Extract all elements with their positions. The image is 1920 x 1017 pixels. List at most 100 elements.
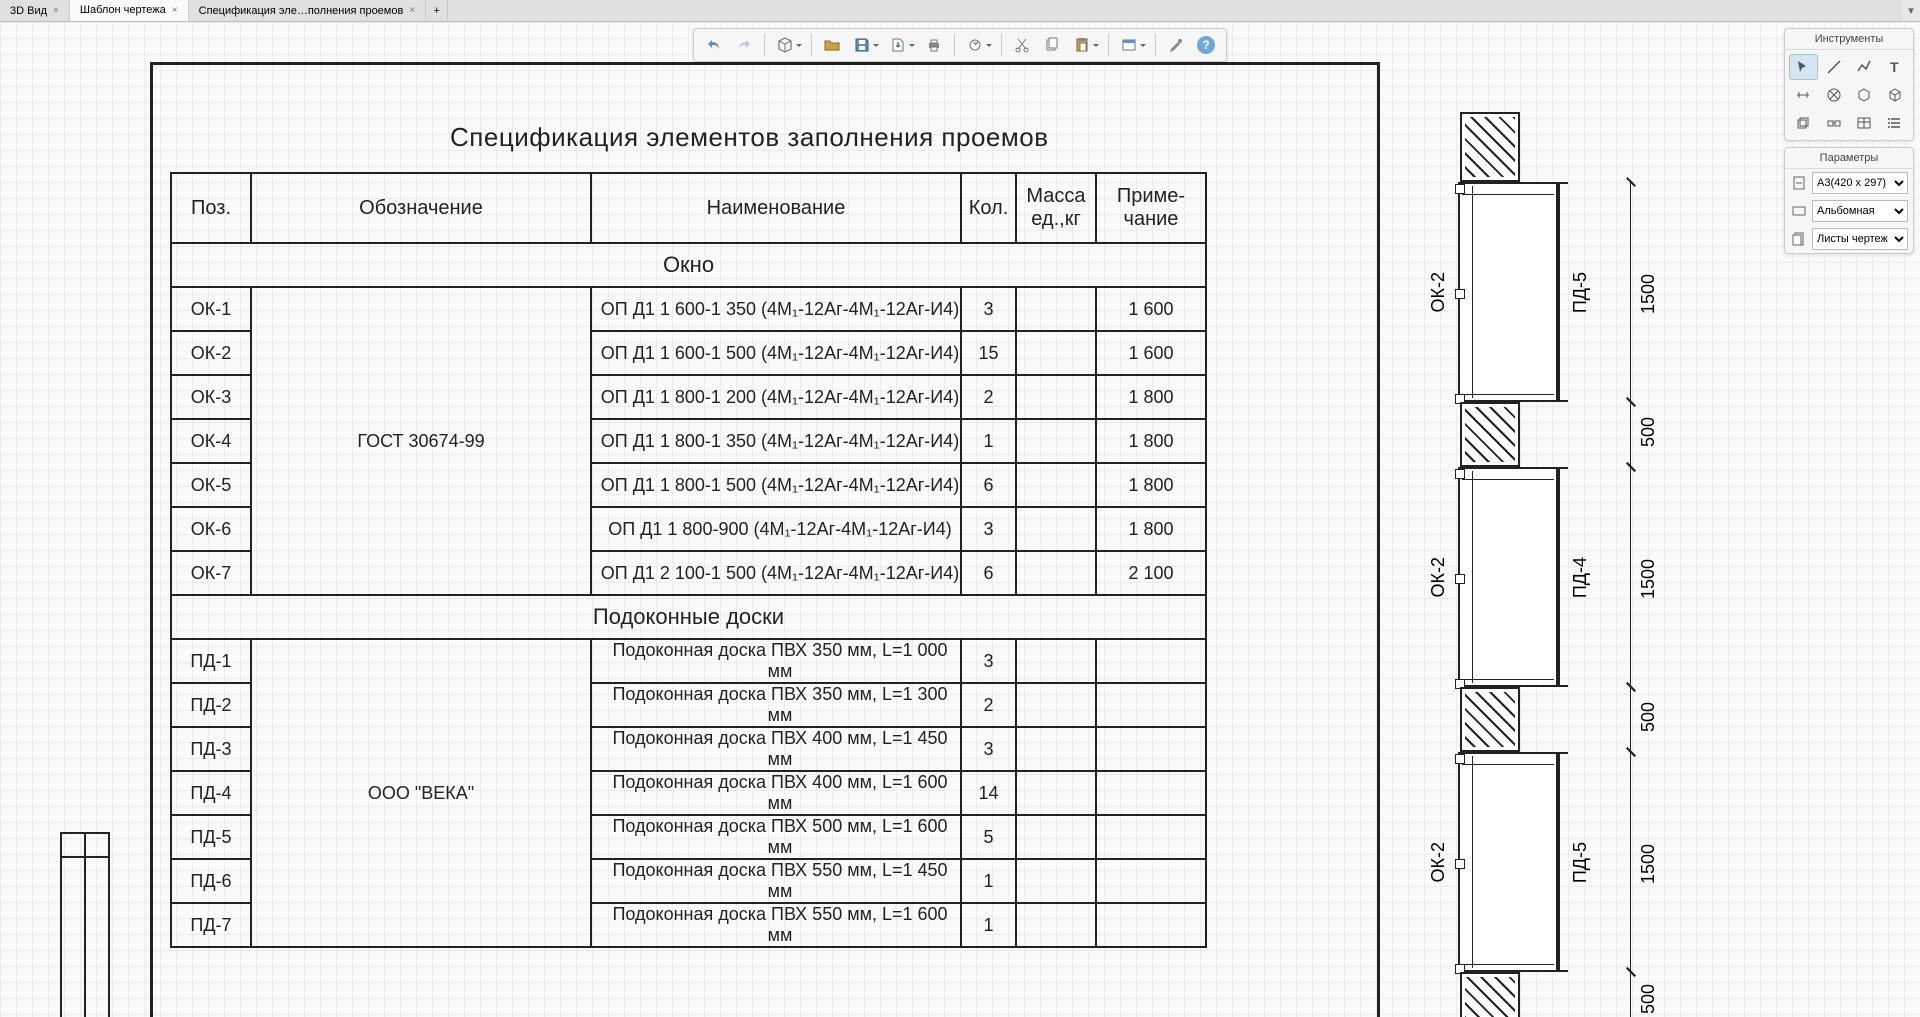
close-icon[interactable]: ×: [172, 5, 178, 16]
wall-segment: [1460, 687, 1520, 752]
window-segment: [1458, 752, 1558, 972]
tab-label: 3D Вид: [10, 5, 47, 17]
table-group-row: Подоконные доски: [171, 595, 1206, 639]
drawing-sheet: Спецификация элементов заполнения проемо…: [150, 62, 1890, 1017]
th-name: Наименование: [591, 173, 961, 243]
dimension-tool[interactable]: [1789, 82, 1818, 108]
separator: [764, 34, 765, 56]
orientation-select[interactable]: Альбомная: [1812, 200, 1908, 222]
window-button[interactable]: [1115, 32, 1149, 58]
parameters-panel: Параметры A3(420 x 297) Альбомная Листы …: [1784, 147, 1914, 254]
dimension-label: 1500: [1638, 559, 1659, 599]
table-row: ПД-1ООО "ВЕКА"Подоконная доска ПВХ 350 м…: [171, 639, 1206, 683]
measure-button[interactable]: [961, 32, 995, 58]
dimension-label: 1500: [1638, 844, 1659, 884]
panel-title: Инструменты: [1785, 29, 1913, 50]
pd-label: ПД-5: [1570, 842, 1591, 883]
close-icon[interactable]: ×: [409, 5, 415, 16]
orientation-icon: [1790, 202, 1808, 220]
dimension-line: [1630, 467, 1631, 687]
select-tool[interactable]: [1789, 54, 1818, 80]
specification-table: Поз. Обозначение Наименование Кол. Масса…: [170, 172, 1207, 948]
ok-label: ОК-2: [1428, 557, 1449, 598]
th-note: Приме- чание: [1096, 173, 1206, 243]
tab-bar: 3D Вид × Шаблон чертежа × Спецификация э…: [0, 0, 1920, 22]
export-button[interactable]: [884, 32, 918, 58]
window-segment: [1458, 467, 1558, 687]
cube3d-tool[interactable]: [1881, 82, 1910, 108]
tab-label: Спецификация эле…полнения проемов: [199, 5, 404, 17]
dimension-line: [1630, 402, 1631, 467]
copy-button[interactable]: [1038, 32, 1066, 58]
settings-button[interactable]: [1162, 32, 1190, 58]
th-qty: Кол.: [961, 173, 1016, 243]
tab-menu-chevron-icon[interactable]: ▾: [1902, 0, 1920, 21]
table-row: ОК-1ГОСТ 30674-99ОП Д1 1 600-1 350 (4М₁-…: [171, 287, 1206, 331]
dimension-label: 500: [1638, 984, 1659, 1014]
separator: [954, 34, 955, 56]
dimension-line: [1630, 182, 1631, 402]
right-panels: Инструменты T Параметры A3(420 x 297): [1784, 28, 1914, 260]
dimension-line: [1630, 687, 1631, 752]
tab-add[interactable]: +: [426, 0, 448, 21]
sheet-format-select[interactable]: A3(420 x 297): [1812, 172, 1908, 194]
separator: [1155, 34, 1156, 56]
undo-button[interactable]: [700, 32, 728, 58]
wall-section-drawing: ОК-2 ПД-5 1500 500 ОК-2 ПД-4 1500 500 ОК-2 ПД-5 15…: [1380, 112, 1660, 1017]
window-segment: [1458, 182, 1558, 402]
wall-segment: [1460, 402, 1520, 467]
copy-tool[interactable]: [1789, 110, 1818, 136]
open-button[interactable]: [818, 32, 846, 58]
paste-button[interactable]: [1068, 32, 1102, 58]
save-button[interactable]: [848, 32, 882, 58]
text-tool[interactable]: T: [1881, 54, 1910, 80]
tab-drawing-template[interactable]: Шаблон чертежа ×: [70, 0, 189, 21]
th-designation: Обозначение: [251, 173, 591, 243]
sheet-format-icon: [1790, 174, 1808, 192]
view-cube-button[interactable]: [771, 32, 805, 58]
dimension-label: 1500: [1638, 274, 1659, 314]
revision-block: [60, 832, 110, 1017]
drawing-canvas[interactable]: ? Спецификация элементов заполнения прое…: [0, 22, 1920, 1017]
pd-label: ПД-5: [1570, 272, 1591, 313]
list-tool[interactable]: [1881, 110, 1910, 136]
dimension-label: 500: [1638, 417, 1659, 447]
print-button[interactable]: [920, 32, 948, 58]
tab-specification[interactable]: Спецификация эле…полнения проемов ×: [189, 0, 427, 21]
ok-label: ОК-2: [1428, 842, 1449, 883]
close-icon[interactable]: ×: [53, 5, 59, 16]
wall-segment: [1460, 112, 1520, 182]
separator: [1001, 34, 1002, 56]
floating-toolbar: ?: [693, 28, 1227, 62]
cut-button[interactable]: [1008, 32, 1036, 58]
table-group-row: Окно: [171, 243, 1206, 287]
th-pos: Поз.: [171, 173, 251, 243]
move-tool[interactable]: [1820, 110, 1849, 136]
tab-spacer: [448, 0, 1902, 21]
separator: [811, 34, 812, 56]
tab-3d-view[interactable]: 3D Вид ×: [0, 0, 70, 21]
polyline-tool[interactable]: [1850, 54, 1879, 80]
sheets-icon: [1790, 230, 1808, 248]
pd-label: ПД-4: [1570, 557, 1591, 598]
table-tool[interactable]: [1850, 110, 1879, 136]
svg-text:T: T: [1890, 59, 1899, 75]
dimension-line: [1630, 972, 1631, 1017]
dimension-line: [1630, 752, 1631, 972]
sheets-select[interactable]: Листы чертеж: [1812, 228, 1908, 250]
ok-label: ОК-2: [1428, 272, 1449, 313]
line-tool[interactable]: [1820, 54, 1849, 80]
help-button[interactable]: ?: [1192, 32, 1220, 58]
tab-label: Шаблон чертежа: [80, 4, 166, 16]
help-icon: ?: [1197, 36, 1215, 54]
tools-panel: Инструменты T: [1784, 28, 1914, 141]
separator: [1108, 34, 1109, 56]
th-mass: Масса ед.,кг: [1016, 173, 1096, 243]
wall-segment: [1460, 972, 1520, 1017]
spec-title: Спецификация элементов заполнения проемо…: [450, 122, 1049, 153]
panel-title: Параметры: [1785, 148, 1913, 169]
dimension-label: 500: [1638, 702, 1659, 732]
cube-tool[interactable]: [1850, 82, 1879, 108]
redo-button[interactable]: [730, 32, 758, 58]
hatch-tool[interactable]: [1820, 82, 1849, 108]
